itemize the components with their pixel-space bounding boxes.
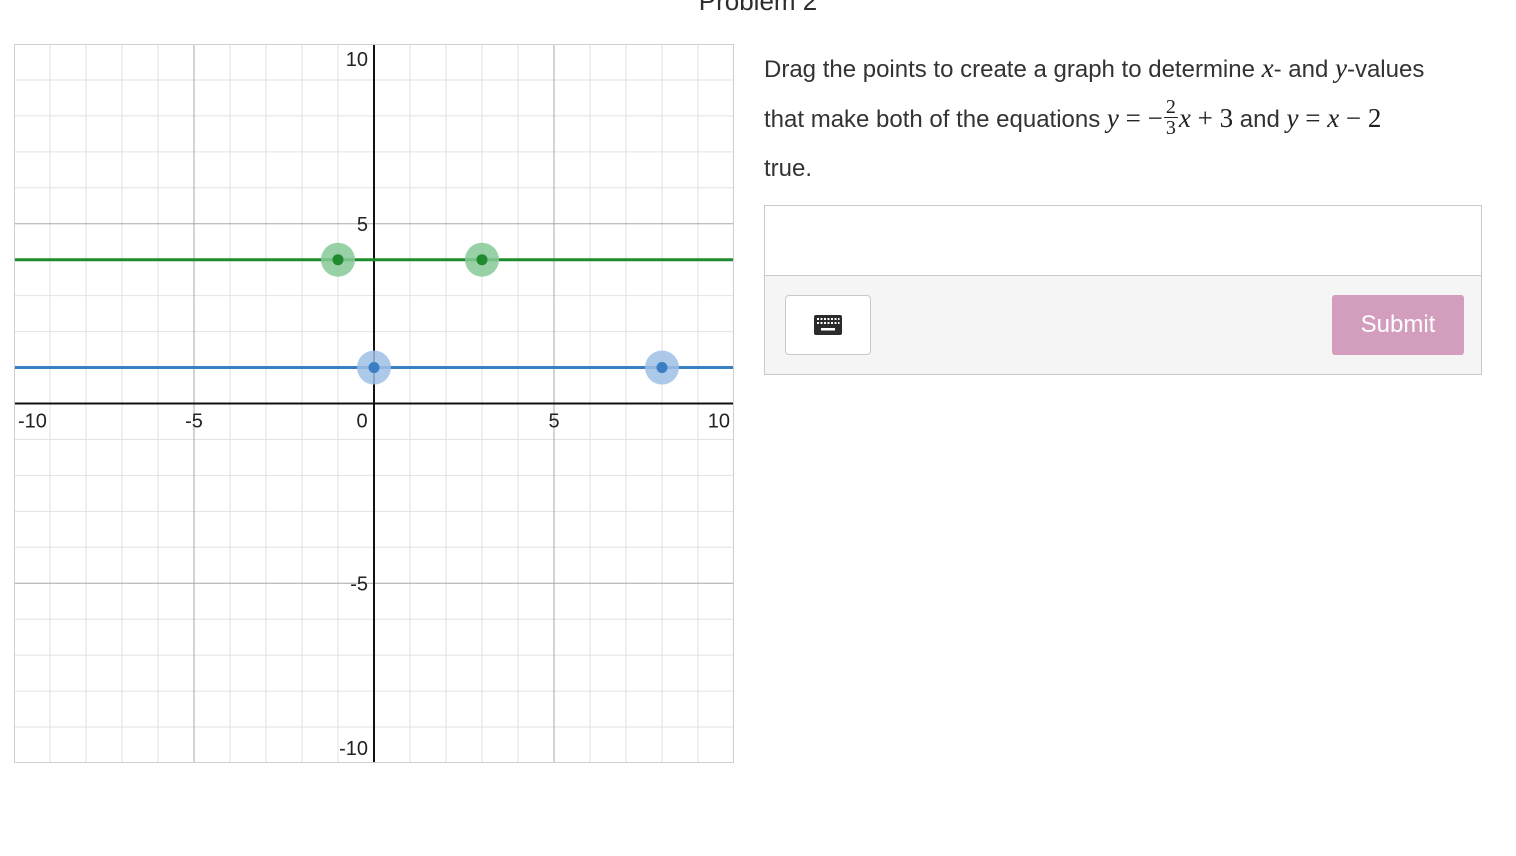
fraction-numerator: 2 bbox=[1163, 96, 1178, 119]
math-var-x: x bbox=[1261, 53, 1274, 83]
answer-toolbar: Submit bbox=[765, 276, 1481, 374]
y-tick-label: 5 bbox=[357, 214, 368, 236]
eq1-lhs: y bbox=[1106, 103, 1119, 133]
eq2-lhs: y bbox=[1286, 103, 1299, 133]
answer-input[interactable] bbox=[765, 206, 1481, 276]
prompt-text: that make both of the equations bbox=[764, 106, 1107, 133]
prompt-text: and bbox=[1233, 106, 1287, 133]
x-tick-label: -10 bbox=[18, 411, 47, 433]
coordinate-graph[interactable]: -10 -5 0 5 10 10 5 -5 -10 bbox=[14, 44, 734, 763]
keyboard-button[interactable] bbox=[785, 295, 871, 355]
eq1-equals: = − bbox=[1118, 103, 1163, 133]
equation-2: y = x − 2 bbox=[1286, 103, 1381, 133]
x-tick-label: 5 bbox=[548, 411, 559, 433]
y-tick-label: -10 bbox=[339, 738, 368, 760]
x-tick-label: 10 bbox=[708, 411, 730, 433]
fraction-two-thirds: 23 bbox=[1163, 96, 1178, 140]
answer-box: Submit bbox=[764, 205, 1482, 375]
keyboard-icon bbox=[814, 315, 842, 335]
x-tick-label: 0 bbox=[356, 411, 367, 433]
equation-1: y = −2 3 x + 3 bbox=[1106, 97, 1234, 138]
math-var-y: y bbox=[1334, 53, 1347, 83]
graph-svg[interactable]: -10 -5 0 5 10 10 5 -5 -10 bbox=[14, 44, 734, 763]
fraction-denominator: 3 bbox=[1165, 117, 1176, 140]
prompt-text: -values bbox=[1346, 56, 1425, 83]
page-title: Problem 2 bbox=[698, 0, 818, 16]
prompt-line-2: that make both of the equations y = −2 3 x… bbox=[764, 94, 1494, 144]
eq2-var-x: x bbox=[1327, 103, 1340, 133]
y-tick-label: 10 bbox=[346, 49, 368, 71]
draggable-point[interactable] bbox=[476, 254, 488, 266]
prompt-line-3: true. bbox=[764, 155, 813, 182]
prompt-text: Drag the points to create a graph to det… bbox=[764, 56, 1262, 83]
draggable-point[interactable] bbox=[332, 254, 344, 266]
submit-button[interactable]: Submit bbox=[1332, 295, 1464, 355]
draggable-point[interactable] bbox=[368, 362, 380, 374]
problem-prompt: Drag the points to create a graph to det… bbox=[764, 44, 1494, 193]
prompt-line-1: Drag the points to create a graph to det… bbox=[764, 44, 1494, 94]
draggable-point[interactable] bbox=[656, 362, 668, 374]
prompt-text: - and bbox=[1273, 56, 1335, 83]
x-tick-label: -5 bbox=[185, 411, 203, 433]
eq2-tail: − 2 bbox=[1339, 103, 1382, 133]
eq1-var-x: x bbox=[1178, 103, 1191, 133]
y-tick-label: -5 bbox=[350, 573, 368, 595]
eq1-tail: + 3 bbox=[1190, 103, 1234, 133]
eq2-equals: = bbox=[1298, 103, 1328, 133]
